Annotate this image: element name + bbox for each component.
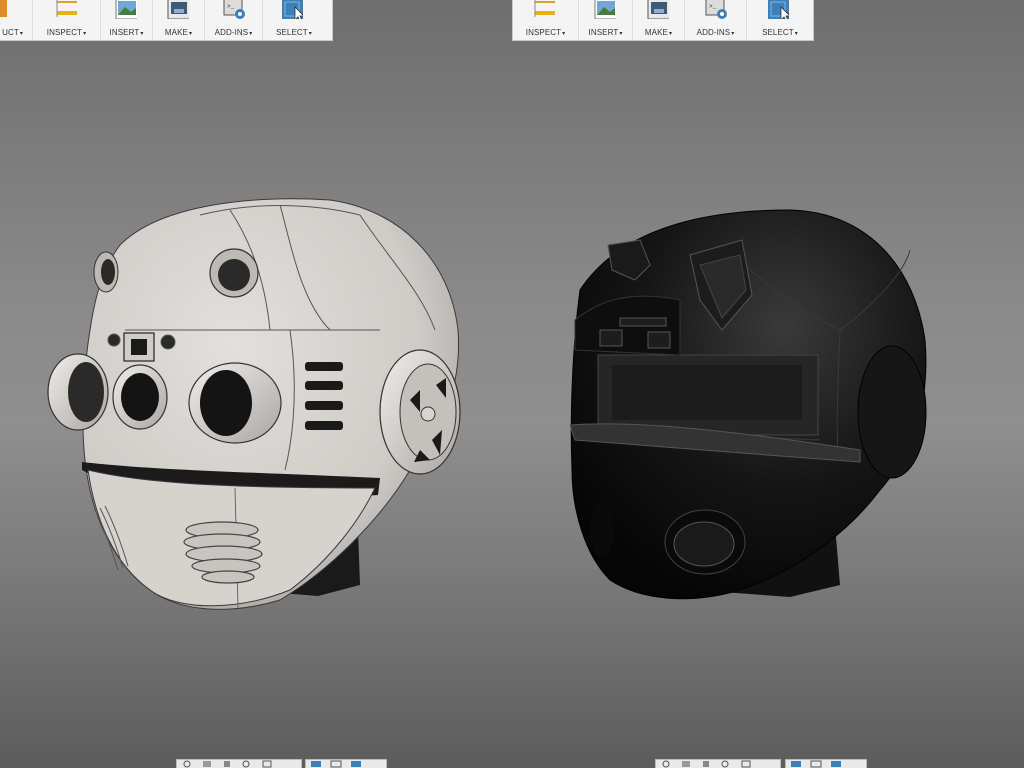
nav-bar-right [655,759,781,768]
viewports-icon[interactable] [830,760,842,768]
display-bar-right [785,759,867,768]
light-eye-right-hole [200,370,252,436]
light-side-port-hole [68,362,104,422]
display-bar-left [305,759,387,768]
dark-ear-pod [857,345,927,479]
helmet-light-model[interactable] [47,198,461,610]
orbit-icon[interactable] [660,760,672,768]
fit-icon[interactable] [740,760,752,768]
helmet-dark-model[interactable] [569,209,927,600]
light-top-port-inner [218,259,250,291]
pan-icon[interactable] [680,760,692,768]
fit-icon[interactable] [261,760,273,768]
pan-icon[interactable] [201,760,213,768]
orbit-icon[interactable] [181,760,193,768]
display-settings-icon[interactable] [790,760,802,768]
zoom-icon[interactable] [241,760,253,768]
grid-icon[interactable] [330,760,342,768]
hand-icon[interactable] [700,760,712,768]
3d-viewport[interactable]: UCT▾ INSPECT▾ INSERT▾ MAKE▾ >_ ADD-INS▾ … [0,0,1024,768]
grid-icon[interactable] [810,760,822,768]
hand-icon[interactable] [221,760,233,768]
nav-bar-left [176,759,302,768]
display-settings-icon[interactable] [310,760,322,768]
zoom-icon[interactable] [720,760,732,768]
light-eye-left-hole [121,373,159,421]
model-scene [47,198,927,610]
viewports-icon[interactable] [350,760,362,768]
